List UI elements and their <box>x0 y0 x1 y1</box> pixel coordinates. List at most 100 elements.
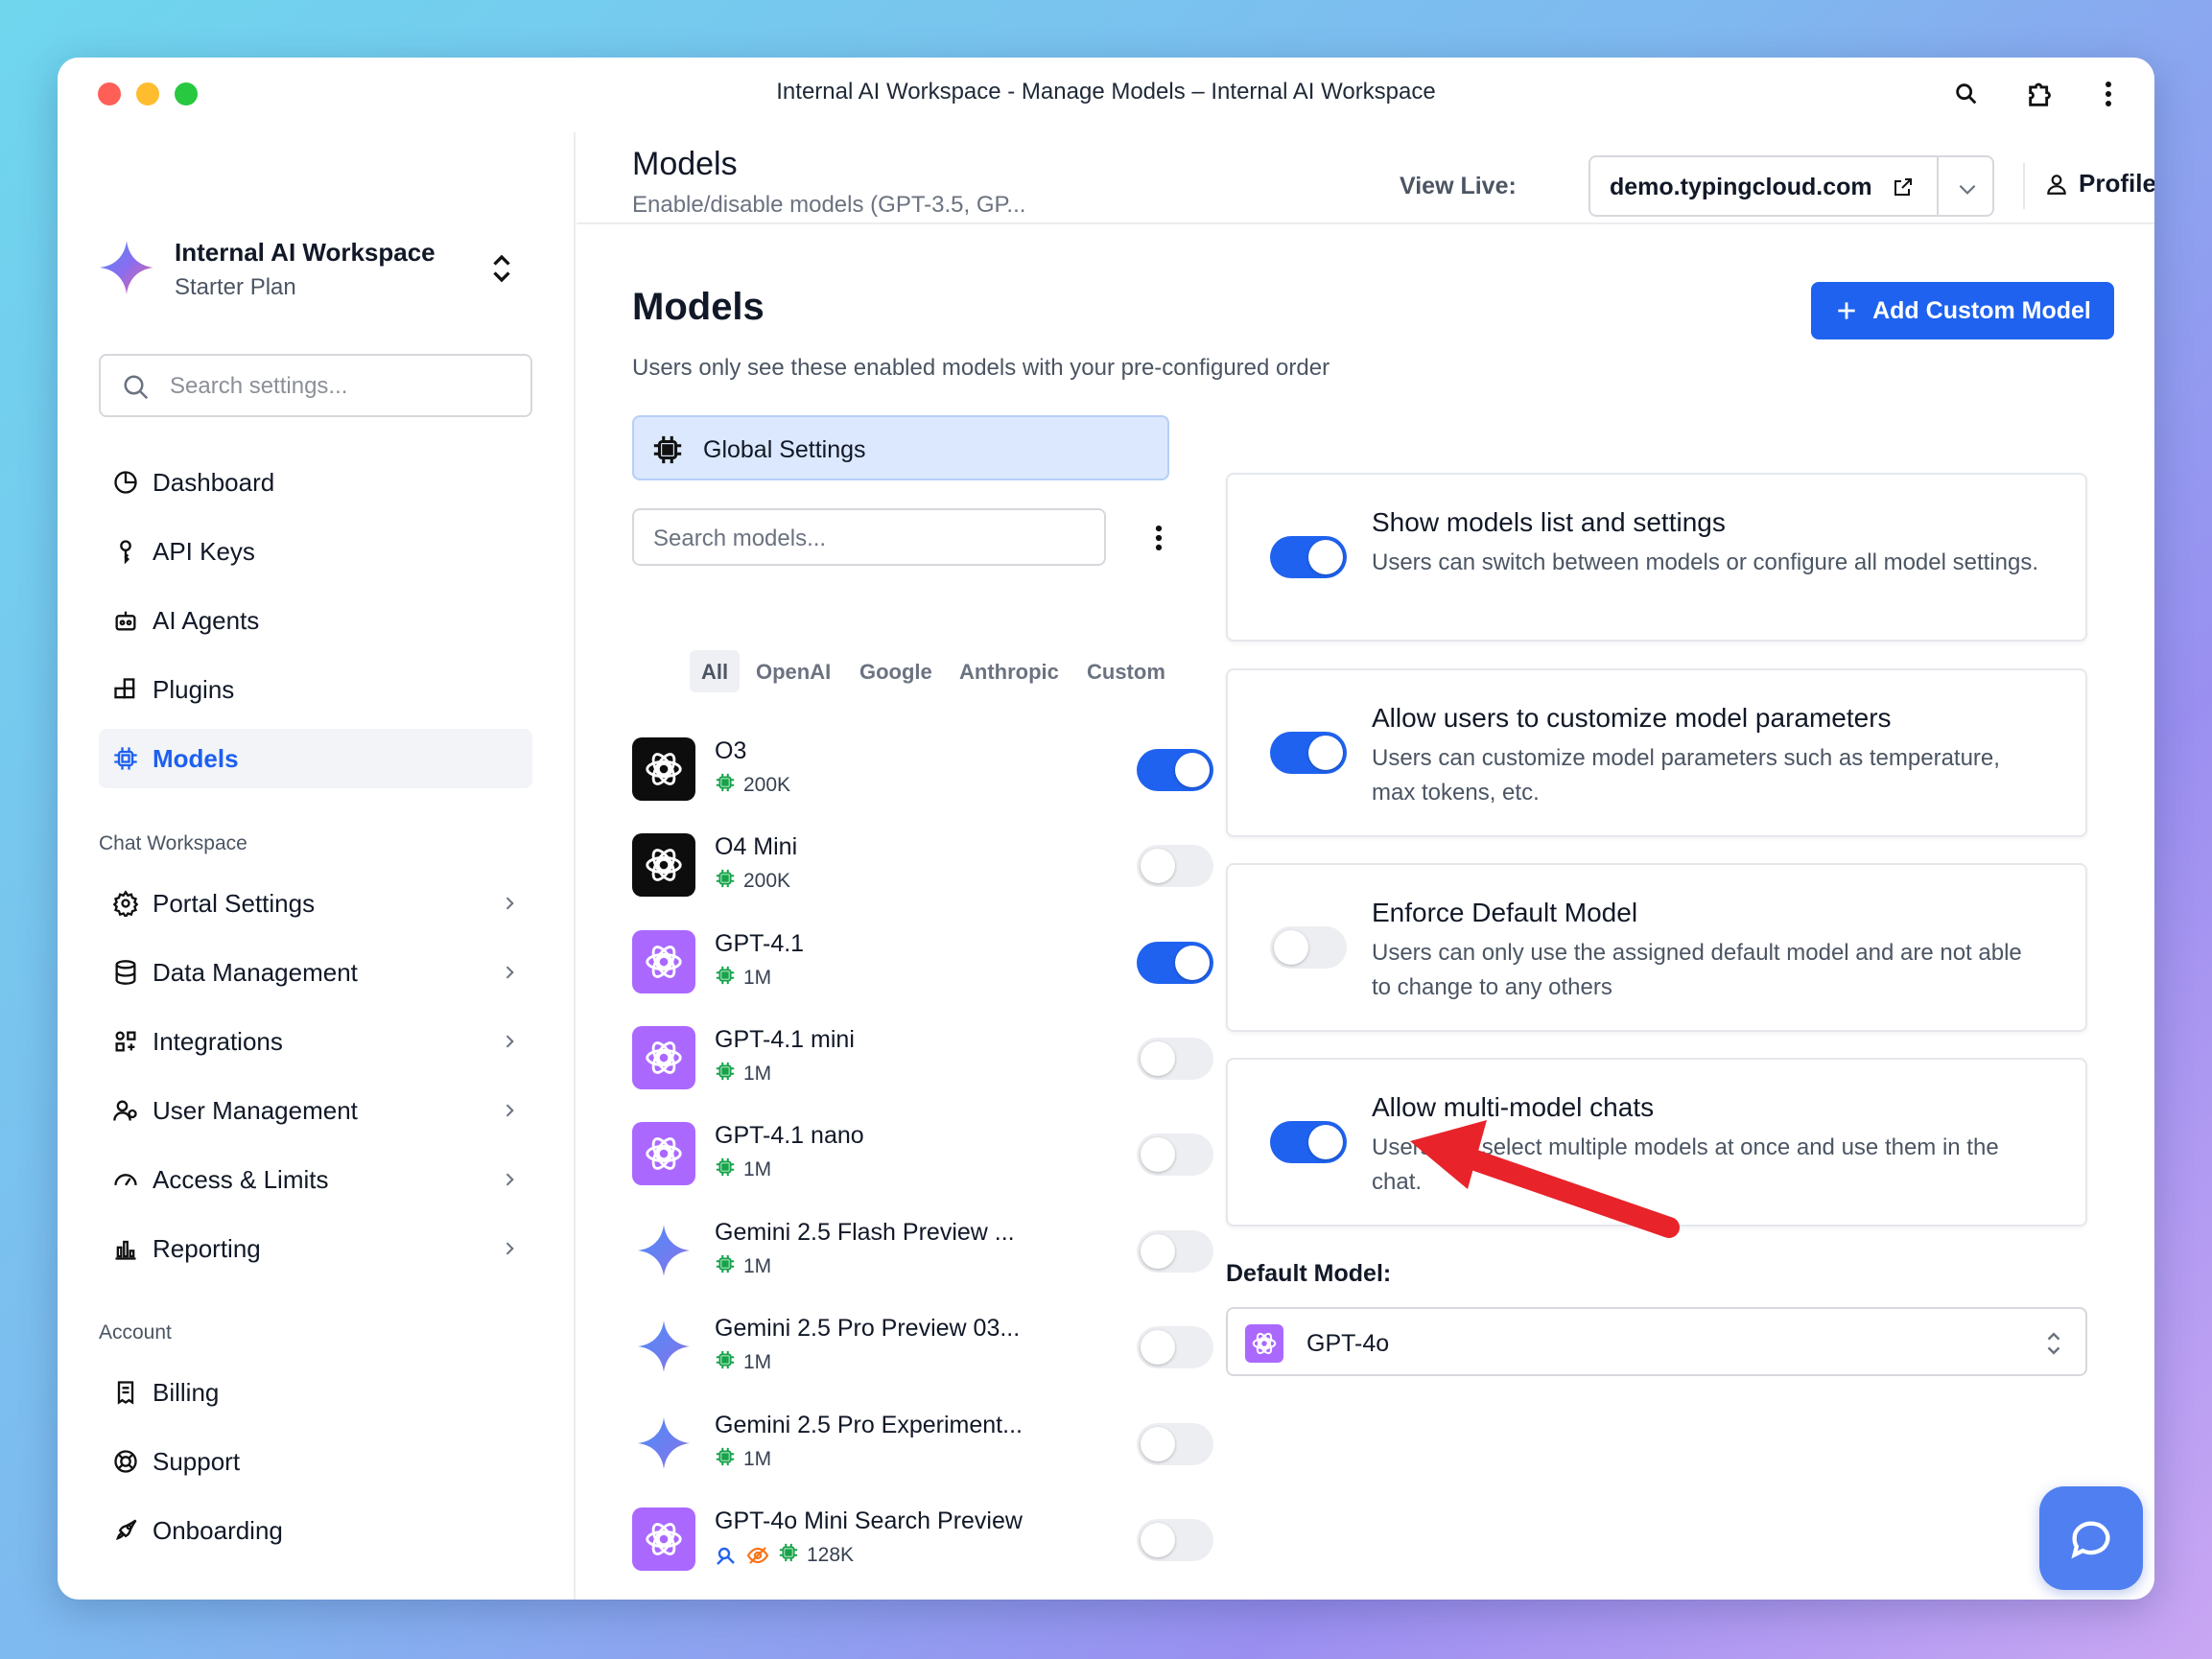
live-url-selector[interactable]: demo.typingcloud.com <box>1588 155 1994 217</box>
model-name: Gemini 2.5 Pro Experiment... <box>715 1412 1023 1438</box>
openai-icon <box>632 1026 695 1089</box>
model-context: 1M <box>743 1255 772 1277</box>
customize-parameters-toggle[interactable] <box>1270 732 1347 774</box>
live-url[interactable]: demo.typingcloud.com <box>1610 174 1872 201</box>
filter-tab-custom[interactable]: Custom <box>1075 650 1177 692</box>
model-row[interactable]: GPT-4.1 nano 1M <box>632 1122 1213 1218</box>
sidebar-item-api-keys[interactable]: API Keys <box>99 522 532 581</box>
model-row[interactable]: GPT-4.1 mini 1M <box>632 1026 1213 1122</box>
search-tool-icon <box>717 1547 735 1565</box>
model-row[interactable]: O4 Mini 200K <box>632 833 1213 929</box>
model-context: 200K <box>743 774 791 796</box>
sidebar-item-reporting[interactable]: Reporting <box>99 1219 532 1278</box>
chevron-right-icon <box>506 1173 514 1186</box>
model-enabled-toggle[interactable] <box>1137 1133 1213 1176</box>
model-row[interactable]: O3 200K <box>632 737 1213 833</box>
model-name: Gemini 2.5 Pro Preview 03... <box>715 1315 1021 1342</box>
sidebar-item-support[interactable]: Support <box>99 1432 532 1491</box>
filter-tab-anthropic[interactable]: Anthropic <box>948 650 1071 692</box>
openai-icon <box>632 833 695 897</box>
sidebar-item-access-limits[interactable]: Access & Limits <box>99 1150 532 1209</box>
model-list-options-icon[interactable] <box>1149 522 1168 554</box>
workspace-switcher-icon[interactable] <box>487 251 516 286</box>
add-custom-model-button[interactable]: Add Custom Model <box>1811 282 2114 339</box>
support-chat-button[interactable] <box>2039 1486 2143 1590</box>
plus-icon <box>1838 302 1855 319</box>
model-enabled-toggle[interactable] <box>1137 1230 1213 1273</box>
sidebar: Internal AI Workspace Starter Plan Searc… <box>58 132 576 1600</box>
view-live-label: View Live: <box>1400 173 1517 199</box>
sidebar-item-onboarding[interactable]: Onboarding <box>99 1501 532 1560</box>
model-search-placeholder: Search models... <box>653 526 827 551</box>
setting-description: Users can only use the assigned default … <box>1372 940 2022 1000</box>
openai-icon <box>1245 1324 1283 1363</box>
lifebuoy-icon <box>114 1450 137 1473</box>
enforce-default-model-toggle[interactable] <box>1270 926 1347 969</box>
sidebar-item-dashboard[interactable]: Dashboard <box>99 453 532 512</box>
database-icon <box>115 960 136 985</box>
sidebar-item-plugins[interactable]: Plugins <box>99 660 532 719</box>
chip-icon <box>715 772 736 799</box>
global-settings-item[interactable]: Global Settings <box>632 415 1169 480</box>
setting-description: Users can customize model parameters suc… <box>1372 745 2000 806</box>
model-enabled-toggle[interactable] <box>1137 1519 1213 1561</box>
filter-tab-google[interactable]: Google <box>848 650 944 692</box>
chip-icon <box>715 1157 736 1183</box>
header-title: Models <box>632 146 738 182</box>
model-row[interactable]: GPT-4.1 1M <box>632 930 1213 1026</box>
openai-icon <box>632 930 695 993</box>
gemini-icon <box>632 1412 695 1475</box>
chip-icon <box>653 435 682 464</box>
filter-tab-all[interactable]: All <box>690 650 741 692</box>
model-enabled-toggle[interactable] <box>1137 749 1213 791</box>
model-name: O4 Mini <box>715 833 798 860</box>
model-row[interactable]: Gemini 2.5 Pro Preview 03... 1M <box>632 1315 1213 1411</box>
model-enabled-toggle[interactable] <box>1137 942 1213 984</box>
model-enabled-toggle[interactable] <box>1137 845 1213 887</box>
multi-model-chats-toggle[interactable] <box>1270 1121 1347 1163</box>
model-enabled-toggle[interactable] <box>1137 1423 1213 1465</box>
model-meta: 1M <box>715 1253 771 1280</box>
sidebar-item-label: Plugins <box>153 675 235 704</box>
model-context: 200K <box>743 870 791 892</box>
chevron-right-icon <box>506 1035 514 1048</box>
model-context: 1M <box>743 1448 772 1470</box>
sidebar-item-models[interactable]: Models <box>99 729 532 788</box>
workspace-plan: Starter Plan <box>175 274 296 300</box>
openai-icon <box>632 737 695 801</box>
profile-button[interactable]: Profile <box>2044 169 2154 199</box>
show-models-list-toggle[interactable] <box>1270 536 1347 578</box>
model-enabled-toggle[interactable] <box>1137 1326 1213 1368</box>
chip-icon <box>715 965 736 992</box>
page-title: Models <box>632 286 765 328</box>
sidebar-item-ai-agents[interactable]: AI Agents <box>99 591 532 650</box>
external-link-icon[interactable] <box>1892 175 1915 199</box>
sidebar-item-integrations[interactable]: Integrations <box>99 1012 532 1071</box>
rocket-icon <box>115 1519 137 1541</box>
model-context: 1M <box>743 967 772 989</box>
model-search-input[interactable]: Search models... <box>632 508 1106 566</box>
chip-icon <box>715 1253 736 1280</box>
more-menu-icon[interactable] <box>2091 77 2126 111</box>
model-row[interactable]: GPT-4o Mini Search Preview 128K <box>632 1507 1213 1600</box>
model-row[interactable]: Gemini 2.5 Pro Experiment... 1M <box>632 1412 1213 1507</box>
sidebar-item-billing[interactable]: Billing <box>99 1363 532 1422</box>
settings-search-input[interactable]: Search settings... <box>99 354 532 417</box>
chat-workspace-section-label: Chat Workspace <box>99 832 247 854</box>
zoom-icon[interactable] <box>1949 77 1984 111</box>
chevron-right-icon <box>506 897 514 910</box>
extensions-icon[interactable] <box>2024 77 2059 111</box>
sidebar-item-portal-settings[interactable]: Portal Settings <box>99 874 532 933</box>
sidebar-item-user-management[interactable]: User Management <box>99 1081 532 1140</box>
chevron-right-icon <box>506 1104 514 1117</box>
sidebar-item-data-management[interactable]: Data Management <box>99 943 532 1002</box>
model-row[interactable]: Gemini 2.5 Flash Preview ... 1M <box>632 1219 1213 1315</box>
filter-tab-openai[interactable]: OpenAI <box>744 650 842 692</box>
model-enabled-toggle[interactable] <box>1137 1038 1213 1080</box>
account-section-label: Account <box>99 1321 172 1344</box>
chip-icon <box>715 868 736 895</box>
model-meta: 1M <box>715 965 771 992</box>
gemini-icon <box>632 1315 695 1378</box>
default-model-select[interactable]: GPT-4o <box>1226 1307 2087 1376</box>
chevron-down-icon[interactable] <box>1955 176 1980 201</box>
